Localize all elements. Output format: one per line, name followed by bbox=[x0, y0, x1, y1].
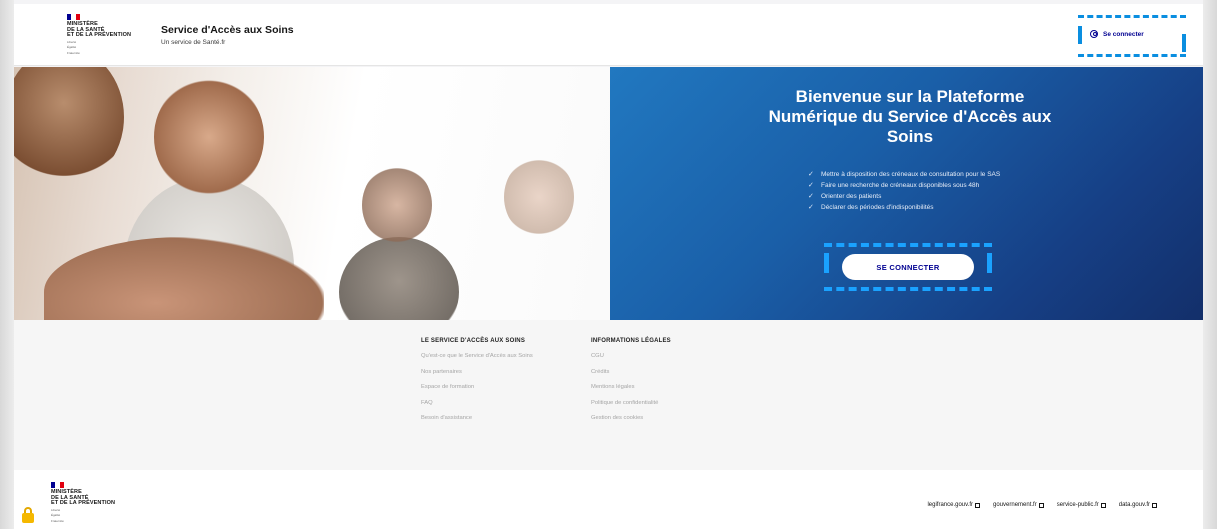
footer-column-heading: LE SERVICE D'ACCÈS AUX SOINS bbox=[421, 338, 526, 344]
ministry-line: ET DE LA PRÉVENTION bbox=[51, 500, 116, 506]
motto-line: Égalité bbox=[67, 45, 77, 49]
footer-link[interactable]: Crédits bbox=[591, 369, 671, 375]
external-link-label: legifrance.gouv.fr bbox=[927, 502, 974, 508]
hero-photo bbox=[14, 67, 610, 320]
external-link-label: service-public.fr bbox=[1056, 502, 1099, 508]
footer-link[interactable]: CGU bbox=[591, 353, 671, 359]
external-link-label: data.gouv.fr bbox=[1118, 502, 1150, 508]
footer-link[interactable]: Mentions légales bbox=[591, 384, 671, 390]
external-link-label: gouvernement.fr bbox=[993, 502, 1037, 508]
user-icon bbox=[1090, 30, 1098, 38]
service-subtitle: Un service de Santé.fr bbox=[161, 39, 226, 46]
hero-section: Bienvenue sur la Plateforme Numérique du… bbox=[14, 67, 1203, 320]
header-login-label: Se connecter bbox=[1103, 30, 1144, 38]
footer-link[interactable]: Besoin d'assistance bbox=[421, 415, 533, 421]
feature-item: Faire une recherche de créneaux disponib… bbox=[808, 181, 1048, 190]
motto-line: Liberté bbox=[51, 507, 61, 512]
photo-person bbox=[362, 165, 432, 245]
footer-column-service: LE SERVICE D'ACCÈS AUX SOINS Qu'est-ce q… bbox=[421, 338, 533, 431]
motto-line: Fraternité bbox=[67, 50, 80, 55]
footer-ministry-logo[interactable]: MINISTÈRE DE LA SANTÉ ET DE LA PRÉVENTIO… bbox=[51, 482, 131, 523]
footer-link[interactable]: Gestion des cookies bbox=[591, 415, 671, 421]
hero-panel: Bienvenue sur la Plateforme Numérique du… bbox=[610, 67, 1203, 320]
hero-login-button[interactable]: SE CONNECTER bbox=[842, 254, 974, 280]
highlight-bar bbox=[1182, 34, 1186, 52]
external-link-legifrance[interactable]: legifrance.gouv.fr bbox=[927, 502, 981, 508]
photo-person bbox=[504, 157, 574, 237]
service-title[interactable]: Service d'Accès aux Soins bbox=[161, 24, 294, 36]
header-login-button[interactable]: Se connecter bbox=[1090, 30, 1144, 38]
highlight-bar bbox=[987, 253, 992, 273]
external-link-icon bbox=[1152, 502, 1157, 508]
external-link-data-gouv[interactable]: data.gouv.fr bbox=[1119, 502, 1157, 508]
left-gutter bbox=[0, 0, 14, 529]
lock-icon bbox=[22, 507, 34, 523]
footer-link[interactable]: Espace de formation bbox=[421, 384, 533, 390]
ministry-line: ET DE LA PRÉVENTION bbox=[67, 32, 132, 38]
external-link-gouvernement[interactable]: gouvernement.fr bbox=[993, 502, 1044, 508]
external-link-icon bbox=[1038, 502, 1044, 508]
french-flag-icon bbox=[67, 14, 80, 20]
footer-column-legal: INFORMATIONS LÉGALES CGU Crédits Mention… bbox=[591, 338, 671, 431]
feature-item: Orienter des patients bbox=[808, 192, 1048, 201]
site-footer: MINISTÈRE DE LA SANTÉ ET DE LA PRÉVENTIO… bbox=[14, 470, 1203, 529]
motto-line: Fraternité bbox=[51, 518, 64, 523]
lock-body bbox=[22, 513, 34, 523]
motto-line: Égalité bbox=[51, 513, 61, 517]
photo-person bbox=[339, 237, 459, 320]
footer-link[interactable]: Nos partenaires bbox=[421, 369, 533, 375]
external-link-service-public[interactable]: service-public.fr bbox=[1057, 502, 1106, 508]
page: MINISTÈRE DE LA SANTÉ ET DE LA PRÉVENTIO… bbox=[0, 0, 1217, 529]
motto-line: Liberté bbox=[67, 39, 77, 44]
footer-link[interactable]: Qu'est-ce que le Service d'Accès aux Soi… bbox=[421, 353, 533, 359]
right-scrollbar[interactable] bbox=[1203, 0, 1217, 529]
hero-title: Bienvenue sur la Plateforme Numérique du… bbox=[768, 87, 1052, 146]
external-link-icon bbox=[1100, 502, 1106, 508]
french-flag-icon bbox=[51, 482, 64, 488]
external-link-icon bbox=[975, 502, 981, 508]
photo-person bbox=[154, 77, 264, 197]
site-header: MINISTÈRE DE LA SANTÉ ET DE LA PRÉVENTIO… bbox=[14, 4, 1203, 66]
external-links: legifrance.gouv.fr gouvernement.fr servi… bbox=[927, 502, 1157, 508]
footer-link[interactable]: Politique de confidentialité bbox=[591, 400, 671, 406]
footer-links: LE SERVICE D'ACCÈS AUX SOINS Qu'est-ce q… bbox=[14, 320, 1203, 470]
highlight-bar bbox=[824, 253, 829, 273]
photo-person bbox=[14, 67, 124, 187]
footer-link[interactable]: FAQ bbox=[421, 400, 533, 406]
highlight-bar bbox=[1078, 26, 1082, 44]
feature-item: Mettre à disposition des créneaux de con… bbox=[808, 170, 1048, 179]
feature-item: Déclarer des périodes d'indisponibilités bbox=[808, 203, 1048, 212]
footer-column-heading: INFORMATIONS LÉGALES bbox=[591, 338, 671, 344]
ministry-logo[interactable]: MINISTÈRE DE LA SANTÉ ET DE LA PRÉVENTIO… bbox=[67, 14, 147, 55]
hero-feature-list: Mettre à disposition des créneaux de con… bbox=[808, 170, 1048, 214]
